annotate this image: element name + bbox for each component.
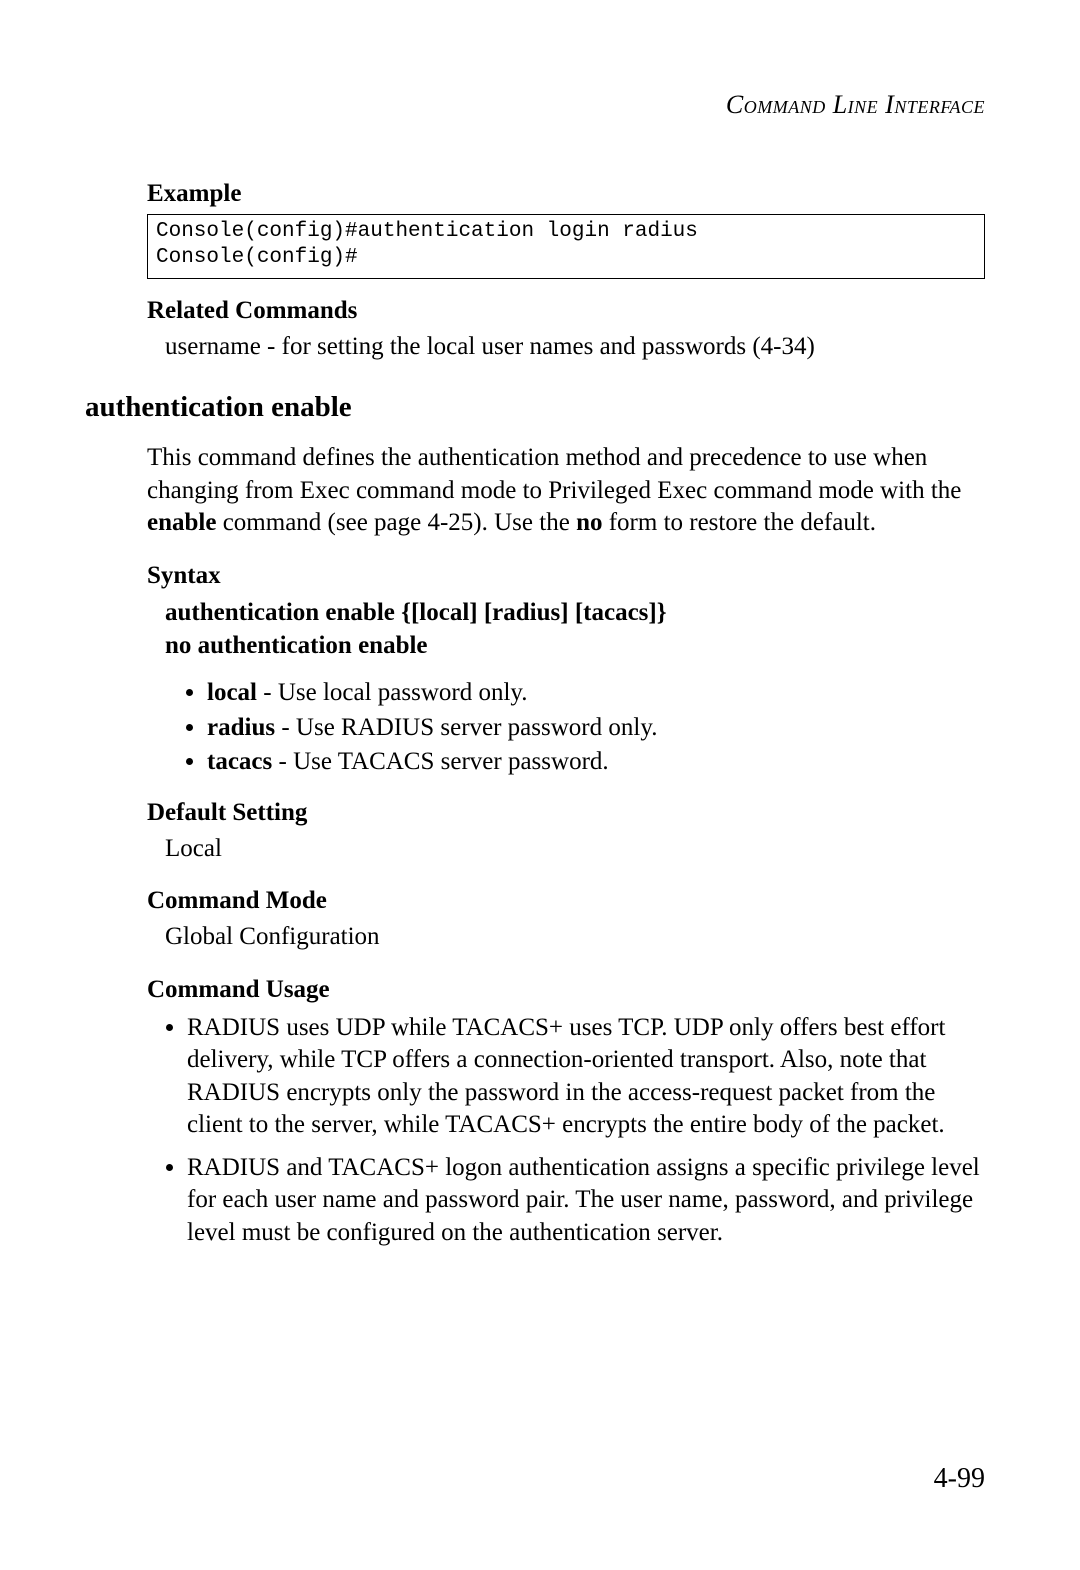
default-setting-value: Local	[147, 833, 985, 866]
section-description: This command defines the authentication …	[147, 442, 985, 540]
option-radius-desc: - Use RADIUS server password only.	[275, 714, 657, 741]
desc-text-pre: This command defines the authentication …	[147, 444, 961, 504]
syntax-heading: Syntax	[147, 562, 985, 590]
command-mode-heading: Command Mode	[147, 887, 985, 915]
section-title: authentication enable	[85, 391, 985, 424]
syntax-option-local: local - Use local password only.	[207, 677, 985, 710]
page: Command Line Interface Example Console(c…	[0, 0, 1080, 1570]
content-block: Example Console(config)#authentication l…	[85, 180, 985, 363]
command-usage-heading: Command Usage	[147, 976, 985, 1004]
section-body: This command defines the authentication …	[85, 442, 985, 1249]
syntax-option-radius: radius - Use RADIUS server password only…	[207, 712, 985, 745]
option-radius-name: radius	[207, 714, 275, 741]
option-tacacs-desc: - Use TACACS server password.	[272, 748, 608, 775]
option-local-desc: - Use local password only.	[257, 679, 528, 706]
usage-item-2: RADIUS and TACACS+ logon authentication …	[187, 1152, 985, 1250]
syntax-block: authentication enable {[local] [radius] …	[147, 596, 985, 664]
related-commands-text: username - for setting the local user na…	[147, 331, 985, 364]
command-usage-list: RADIUS uses UDP while TACACS+ uses TCP. …	[147, 1012, 985, 1250]
desc-bold-no: no	[576, 509, 602, 536]
option-local-name: local	[207, 679, 257, 706]
usage-item-1: RADIUS uses UDP while TACACS+ uses TCP. …	[187, 1012, 985, 1142]
syntax-options-list: local - Use local password only. radius …	[147, 677, 985, 779]
syntax-line-2: no authentication enable	[165, 629, 985, 663]
default-setting-heading: Default Setting	[147, 799, 985, 827]
desc-text-post: form to restore the default.	[602, 509, 876, 536]
example-heading: Example	[147, 180, 985, 208]
syntax-line-1: authentication enable {[local] [radius] …	[165, 596, 985, 630]
option-tacacs-name: tacacs	[207, 748, 272, 775]
command-mode-value: Global Configuration	[147, 921, 985, 954]
related-commands-heading: Related Commands	[147, 297, 985, 325]
desc-bold-enable: enable	[147, 509, 216, 536]
example-code: Console(config)#authentication login rad…	[147, 214, 985, 279]
page-number: 4-99	[934, 1463, 985, 1495]
syntax-option-tacacs: tacacs - Use TACACS server password.	[207, 746, 985, 779]
running-head: Command Line Interface	[85, 90, 985, 120]
desc-text-mid: command (see page 4-25). Use the	[216, 509, 576, 536]
